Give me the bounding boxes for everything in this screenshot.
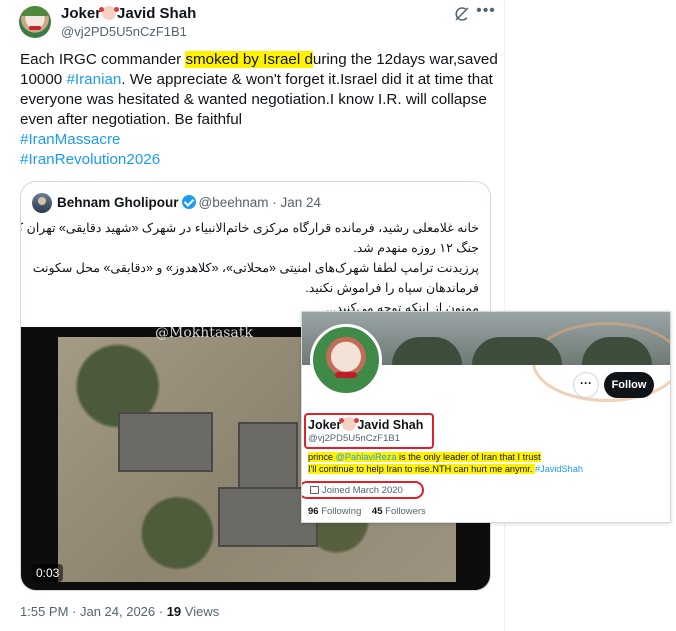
tweet-timestamp[interactable]: 1:55 PM · Jan 24, 2026 ·: [20, 604, 167, 619]
tweet-text: Each IRGC commander smoked by Israel dur…: [20, 50, 498, 170]
grok-icon[interactable]: [453, 5, 471, 23]
tweet-line: everyone was hesitated & wanted negotiat…: [20, 91, 487, 108]
clown-emoji-icon: [99, 6, 120, 20]
highlighted-text: smoked by Israel d: [185, 51, 313, 68]
quote-line: جنگ ۱۲ روزه منهدم شد.: [353, 241, 479, 255]
profile-bio: prince @PahlaviReza is the only leader o…: [308, 451, 668, 475]
profile-joined: Joined March 2020: [310, 485, 403, 496]
profile-card-screenshot: ··· Follow Joker Javid Shah @vj2PD5U5nCzF…: [301, 311, 671, 523]
quote-text: خانه غلامعلی رشید، فرمانده قرارگاه مرکزی…: [20, 218, 479, 318]
tweet-line: even after negotiation. Be faithful: [20, 111, 243, 128]
hashtag-link: #JavidShah: [534, 464, 583, 474]
video-duration: 0:03: [32, 564, 64, 582]
following-count: 96: [308, 506, 319, 517]
bio-line: I'll continue to help Iran to rise.NTH c…: [308, 463, 668, 475]
quote-date: · Jan 24: [268, 195, 322, 210]
followers-count: 45: [371, 506, 383, 517]
hashtag-link[interactable]: #IranMassacre: [20, 131, 120, 148]
quote-author-name: Behnam Gholipour: [57, 195, 179, 210]
hashtag-link[interactable]: #IranRevolution2026: [20, 151, 160, 168]
avatar-mouth: [335, 372, 357, 378]
tree: [472, 337, 562, 365]
quote-line: پرزیدنت ترامپ لطفا شهرک‌های امنیتی «محلا…: [32, 261, 479, 275]
joined-text: Joined March 2020: [322, 485, 403, 496]
tree: [392, 337, 462, 365]
author-name-text: Joker: [61, 5, 102, 22]
building-ruin: [238, 422, 298, 492]
tweet-text-segment: . We appreciate & won't forget it.Israel…: [121, 71, 493, 88]
author-name-suffix: Javid Shah: [117, 5, 197, 22]
video-watermark: @Mokhtasatk: [155, 325, 253, 341]
author-handle[interactable]: @vj2PD5U5nCzF1B1: [61, 24, 187, 39]
bio-text: I'll continue to help Iran to rise.NTH c…: [308, 464, 535, 474]
building-ruin: [118, 412, 213, 472]
quote-author-avatar: [32, 193, 52, 213]
tweet-text-segment: Each IRGC commander: [20, 51, 186, 68]
tweet-text-segment: 10000: [20, 71, 67, 88]
profile-stats: 96 Following 45 Followers: [308, 506, 426, 517]
hashtag-link[interactable]: #Iranian: [66, 71, 121, 88]
verified-badge-icon: [181, 195, 196, 209]
tweet-meta: 1:55 PM · Jan 24, 2026 · 19 Views: [20, 604, 219, 619]
quote-author-handle: @beehnam: [198, 195, 269, 210]
profile-handle: @vj2PD5U5nCzF1B1: [308, 433, 401, 444]
more-horizontal-icon[interactable]: •••: [476, 3, 496, 24]
bio-text: prince: [308, 452, 336, 462]
tweet-line: Each IRGC commander smoked by Israel dur…: [20, 50, 498, 70]
mention-link: @PahlaviReza: [335, 452, 397, 462]
quote-line: فرماندهان سپاه را فراموش نکنید.: [305, 281, 479, 295]
profile-name-text: Joker: [308, 418, 342, 432]
clown-emoji-icon: [339, 417, 360, 431]
bio-line: prince @PahlaviReza is the only leader o…: [308, 451, 668, 463]
tweet-text-segment: uring the 12days war,saved: [312, 51, 498, 68]
tweet-line: 10000 #Iranian. We appreciate & won't fo…: [20, 70, 495, 90]
following-label: Following: [318, 506, 362, 517]
avatar-mouth: [29, 26, 41, 30]
views-label: Views: [181, 604, 220, 619]
quote-line: خانه غلامعلی رشید، فرمانده قرارگاه مرکزی…: [20, 221, 479, 235]
more-horizontal-icon[interactable]: ···: [573, 372, 599, 398]
profile-name: Joker Javid Shah: [308, 417, 423, 432]
profile-avatar: [310, 324, 382, 396]
follow-button[interactable]: Follow: [604, 372, 654, 398]
profile-name-suffix: Javid Shah: [357, 418, 424, 432]
views-count: 19: [166, 604, 182, 619]
bio-text: is the only leader of Iran that I trust: [396, 452, 541, 462]
author-avatar[interactable]: [19, 6, 51, 38]
calendar-icon: [310, 486, 319, 494]
quote-header: Behnam Gholipour @beehnam · Jan 24: [57, 195, 321, 210]
author-name[interactable]: Joker Javid Shah: [61, 5, 196, 22]
avatar-hair: [21, 6, 49, 16]
followers-label: Followers: [382, 506, 426, 517]
